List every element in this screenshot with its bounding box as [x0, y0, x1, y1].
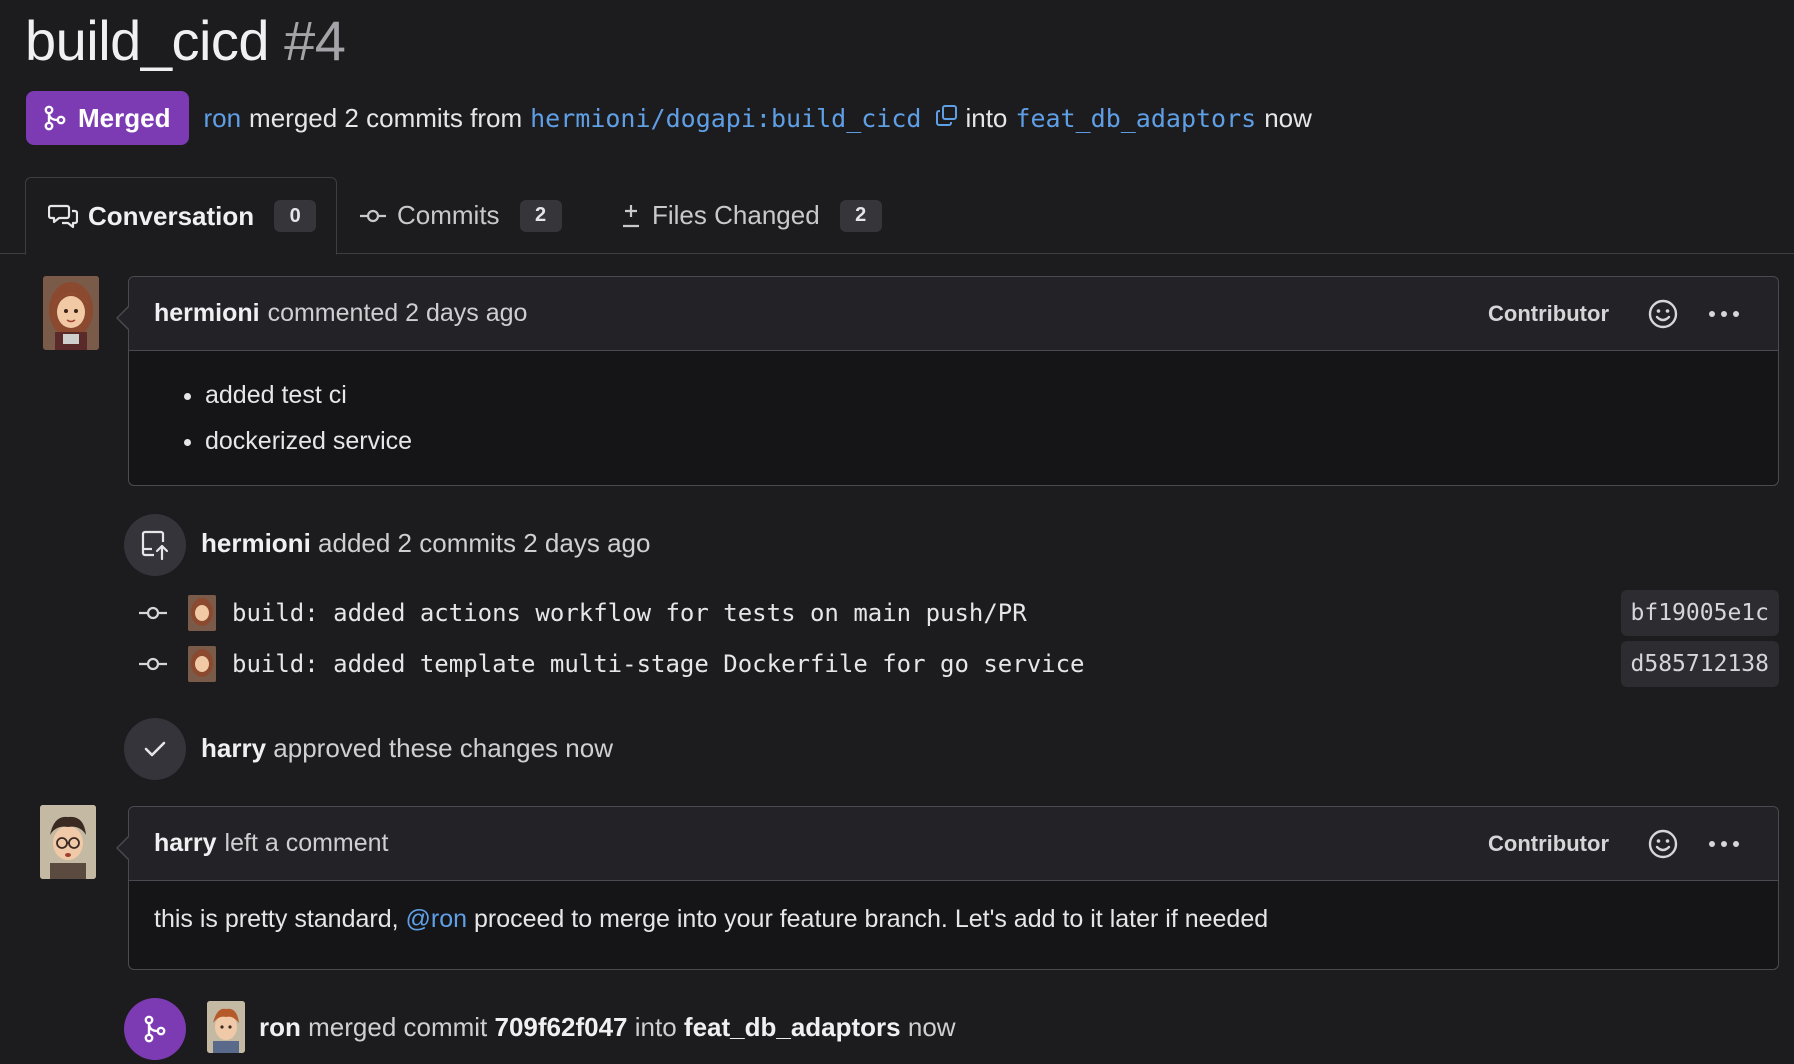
source-branch-link[interactable]: hermioni/dogapi:build_cicd: [530, 104, 921, 133]
commits-added-event: hermioni added 2 commits 2 days ago: [201, 528, 650, 559]
event-author[interactable]: harry: [201, 733, 266, 763]
pr-title-text: build_cicd: [25, 9, 270, 72]
push-event-icon: [124, 514, 186, 576]
list-item: dockerized service: [205, 427, 1778, 455]
file-diff-icon: [623, 204, 639, 227]
tab-files-changed[interactable]: Files Changed 2: [620, 177, 882, 254]
avatar-ron[interactable]: [207, 1001, 245, 1053]
comment-action: commented 2 days ago: [267, 299, 528, 327]
commit-message[interactable]: build: added template multi-stage Docker…: [232, 650, 1621, 678]
avatar-hermioni[interactable]: [43, 276, 99, 350]
commit-row[interactable]: build: added template multi-stage Docker…: [138, 641, 1779, 687]
tab-conversation-label: Conversation: [88, 200, 255, 231]
merged-commits-text: merged 2 commits from: [249, 102, 523, 133]
contributor-badge: Contributor: [1488, 300, 1609, 326]
tab-conversation-count: 0: [274, 200, 317, 232]
avatar-hermioni: [188, 646, 216, 682]
comment-harry: harry left a comment Contributor this is…: [116, 806, 1779, 970]
into-text: into: [965, 102, 1008, 133]
commit-row[interactable]: build: added actions workflow for tests …: [138, 590, 1779, 636]
merged-status-badge: Merged: [26, 91, 190, 145]
commit-icon: [139, 606, 167, 620]
merge-commit-sha[interactable]: 709f62f047: [495, 1012, 628, 1042]
commit-icon: [360, 209, 386, 222]
pr-title: build_cicd #4: [25, 8, 346, 73]
conversation-icon: [48, 204, 78, 229]
merge-target-branch[interactable]: feat_db_adaptors: [684, 1012, 901, 1042]
tab-commits-label: Commits: [397, 200, 500, 230]
more-options-icon[interactable]: [1707, 309, 1741, 319]
approved-check-icon: [124, 718, 186, 780]
tab-files-changed-label: Files Changed: [652, 200, 820, 230]
commit-sha[interactable]: bf19005e1c: [1620, 590, 1779, 636]
commit-message[interactable]: build: added actions workflow for tests …: [232, 599, 1621, 627]
git-merge-icon: [44, 105, 66, 131]
merge-event-icon: [124, 998, 186, 1060]
tab-commits[interactable]: Commits 2: [359, 177, 562, 254]
approval-event: harry approved these changes now: [201, 733, 613, 764]
merged-status-label: Merged: [78, 102, 171, 133]
smiley-icon[interactable]: [1647, 828, 1679, 860]
comment-header: harry left a comment Contributor: [129, 807, 1778, 881]
comment-body: this is pretty standard, @ron proceed to…: [129, 881, 1778, 969]
event-author[interactable]: hermioni: [201, 528, 311, 558]
tab-commits-count: 2: [519, 199, 562, 232]
comment-bullet-list: added test ci dockerized service: [129, 351, 1778, 497]
merge-event: ron merged commit 709f62f047 into feat_d…: [259, 1012, 956, 1043]
comment-author[interactable]: harry: [154, 829, 217, 858]
event-author[interactable]: ron: [259, 1012, 301, 1042]
event-text: approved these changes now: [273, 733, 613, 763]
comment-text: this is pretty standard,: [154, 905, 399, 933]
pr-merge-summary: Merged ron merged 2 commits from hermion…: [26, 91, 1312, 145]
avatar-harry[interactable]: [40, 805, 96, 879]
smiley-icon[interactable]: [1647, 298, 1679, 330]
merge-time: now: [1264, 102, 1312, 133]
commit-sha[interactable]: d585712138: [1620, 641, 1779, 687]
copy-icon[interactable]: [935, 103, 959, 134]
event-text: merged commit: [308, 1012, 488, 1042]
target-branch-link[interactable]: feat_db_adaptors: [1015, 104, 1256, 133]
list-item: added test ci: [205, 381, 1778, 409]
comment-author[interactable]: hermioni: [154, 299, 260, 328]
tab-files-changed-count: 2: [839, 199, 882, 232]
comment-hermioni: hermioni commented 2 days ago Contributo…: [116, 276, 1779, 486]
avatar-hermioni: [188, 595, 216, 631]
pr-tabs: Conversation 0 Commits 2 Files Changed 2: [0, 177, 1794, 255]
tab-conversation[interactable]: Conversation 0: [25, 177, 337, 255]
merger-user-link[interactable]: ron: [203, 103, 241, 134]
event-time: now: [907, 1012, 956, 1042]
contributor-badge: Contributor: [1488, 830, 1609, 856]
event-text: into: [634, 1012, 677, 1042]
comment-body: added test ci dockerized service: [129, 351, 1778, 485]
more-options-icon[interactable]: [1707, 839, 1741, 849]
pr-number: #4: [284, 9, 346, 72]
comment-text: proceed to merge into your feature branc…: [473, 905, 1269, 933]
comment-action: left a comment: [224, 829, 389, 857]
event-text: added 2 commits 2 days ago: [318, 528, 651, 558]
comment-header: hermioni commented 2 days ago Contributo…: [129, 277, 1778, 351]
mention-link[interactable]: @ron: [406, 905, 468, 933]
commit-icon: [139, 657, 167, 671]
